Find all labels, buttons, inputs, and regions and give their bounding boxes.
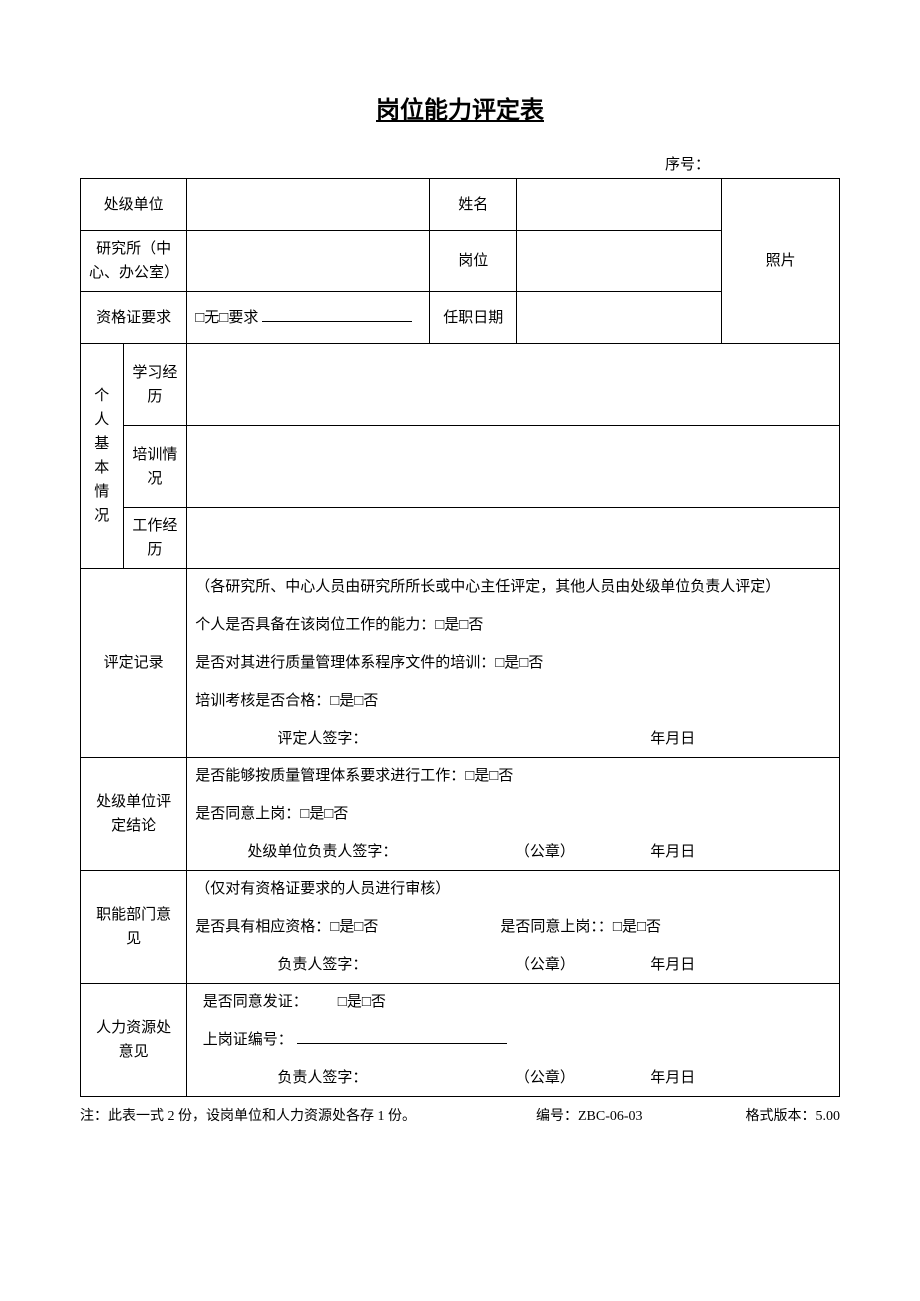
func-q1[interactable]: 是否具有相应资格：□是□否 (195, 915, 500, 939)
dept-date: 年月日 (640, 840, 831, 864)
hr-sig-label: 负责人签字： (195, 1066, 449, 1090)
hr-q2-row[interactable]: 上岗证编号： (195, 1028, 831, 1052)
eval-record-label: 评定记录 (81, 569, 187, 758)
func-q-row: 是否具有相应资格：□是□否 是否同意上岗：：□是□否 (195, 915, 831, 939)
edu-value[interactable] (187, 344, 840, 426)
position-value[interactable] (517, 231, 722, 292)
eval-date: 年月日 (640, 727, 831, 751)
dept-conclusion-content: 是否能够按质量管理体系要求进行工作：□是□否 是否同意上岗：□是□否 处级单位负… (187, 758, 840, 871)
hr-cert-blank[interactable] (297, 1029, 507, 1044)
dept-q1[interactable]: 是否能够按质量管理体系要求进行工作：□是□否 (195, 764, 831, 788)
hr-opinion-label: 人力资源处意见 (81, 984, 187, 1097)
eval-record-content: （各研究所、中心人员由研究所所长或中心主任评定，其他人员由处级单位负责人评定） … (187, 569, 840, 758)
work-value[interactable] (187, 508, 840, 569)
eval-q3[interactable]: 培训考核是否合格：□是□否 (195, 689, 831, 713)
func-opinion-content: （仅对有资格证要求的人员进行审核） 是否具有相应资格：□是□否 是否同意上岗：：… (187, 871, 840, 984)
eval-sig-row: 评定人签字： 年月日 (195, 727, 831, 751)
footer-code: 编号：ZBC-06-03 (536, 1105, 703, 1125)
hr-sig-row: 负责人签字： （公章） 年月日 (195, 1066, 831, 1090)
dept-label: 处级单位 (81, 179, 187, 231)
name-value[interactable] (517, 179, 722, 231)
train-label: 培训情况 (123, 426, 187, 508)
footer-note: 注：此表一式 2 份，设岗单位和人力资源处各存 1 份。 (80, 1105, 536, 1125)
func-note: （仅对有资格证要求的人员进行审核） (195, 877, 831, 901)
start-date-label: 任职日期 (430, 292, 517, 344)
eval-q2[interactable]: 是否对其进行质量管理体系程序文件的培训：□是□否 (195, 651, 831, 675)
eval-sig-label: 评定人签字： (195, 727, 449, 751)
sequence-label: 序号： (80, 153, 840, 174)
eval-note: （各研究所、中心人员由研究所所长或中心主任评定，其他人员由处级单位负责人评定） (195, 575, 831, 599)
work-label: 工作经历 (123, 508, 187, 569)
cert-label: 资格证要求 (81, 292, 187, 344)
position-label: 岗位 (430, 231, 517, 292)
eval-q1[interactable]: 个人是否具备在该岗位工作的能力：□是□否 (195, 613, 831, 637)
dept-seal: （公章） (450, 840, 641, 864)
dept-sig-label: 处级单位负责人签字： (195, 840, 449, 864)
hr-date: 年月日 (640, 1066, 831, 1090)
dept-value[interactable] (187, 179, 430, 231)
cert-text: □无□要求 (195, 310, 262, 326)
dept-sig-row: 处级单位负责人签字： （公章） 年月日 (195, 840, 831, 864)
train-value[interactable] (187, 426, 840, 508)
hr-q1-row[interactable]: 是否同意发证： □是□否 (195, 990, 831, 1014)
edu-label: 学习经历 (123, 344, 187, 426)
evaluation-form-table: 处级单位 姓名 照片 研究所（中心、办公室） 岗位 资格证要求 □无□要求 任职… (80, 178, 840, 1097)
hr-q1-opts[interactable]: □是□否 (338, 994, 386, 1010)
photo-cell: 照片 (722, 179, 840, 344)
func-sig-label: 负责人签字： (195, 953, 449, 977)
form-title: 岗位能力评定表 (80, 90, 840, 125)
dept-conclusion-label: 处级单位评定结论 (81, 758, 187, 871)
footer-version: 格式版本：5.00 (703, 1105, 840, 1125)
cert-blank[interactable] (262, 307, 412, 322)
cert-value[interactable]: □无□要求 (187, 292, 430, 344)
hr-opinion-content: 是否同意发证： □是□否 上岗证编号： 负责人签字： （公章） 年月日 (187, 984, 840, 1097)
footer: 注：此表一式 2 份，设岗单位和人力资源处各存 1 份。 编号：ZBC-06-0… (80, 1105, 840, 1125)
institute-label: 研究所（中心、办公室） (81, 231, 187, 292)
dept-q2[interactable]: 是否同意上岗：□是□否 (195, 802, 831, 826)
func-seal: （公章） (450, 953, 641, 977)
start-date-value[interactable] (517, 292, 722, 344)
func-q2[interactable]: 是否同意上岗：：□是□否 (500, 915, 831, 939)
func-date: 年月日 (640, 953, 831, 977)
institute-value[interactable] (187, 231, 430, 292)
hr-q1-label: 是否同意发证： (203, 994, 308, 1010)
hr-q2-label: 上岗证编号： (203, 1032, 293, 1048)
func-sig-row: 负责人签字： （公章） 年月日 (195, 953, 831, 977)
basic-section-label: 个人基本情况 (81, 344, 124, 569)
hr-seal: （公章） (450, 1066, 641, 1090)
name-label: 姓名 (430, 179, 517, 231)
func-opinion-label: 职能部门意见 (81, 871, 187, 984)
